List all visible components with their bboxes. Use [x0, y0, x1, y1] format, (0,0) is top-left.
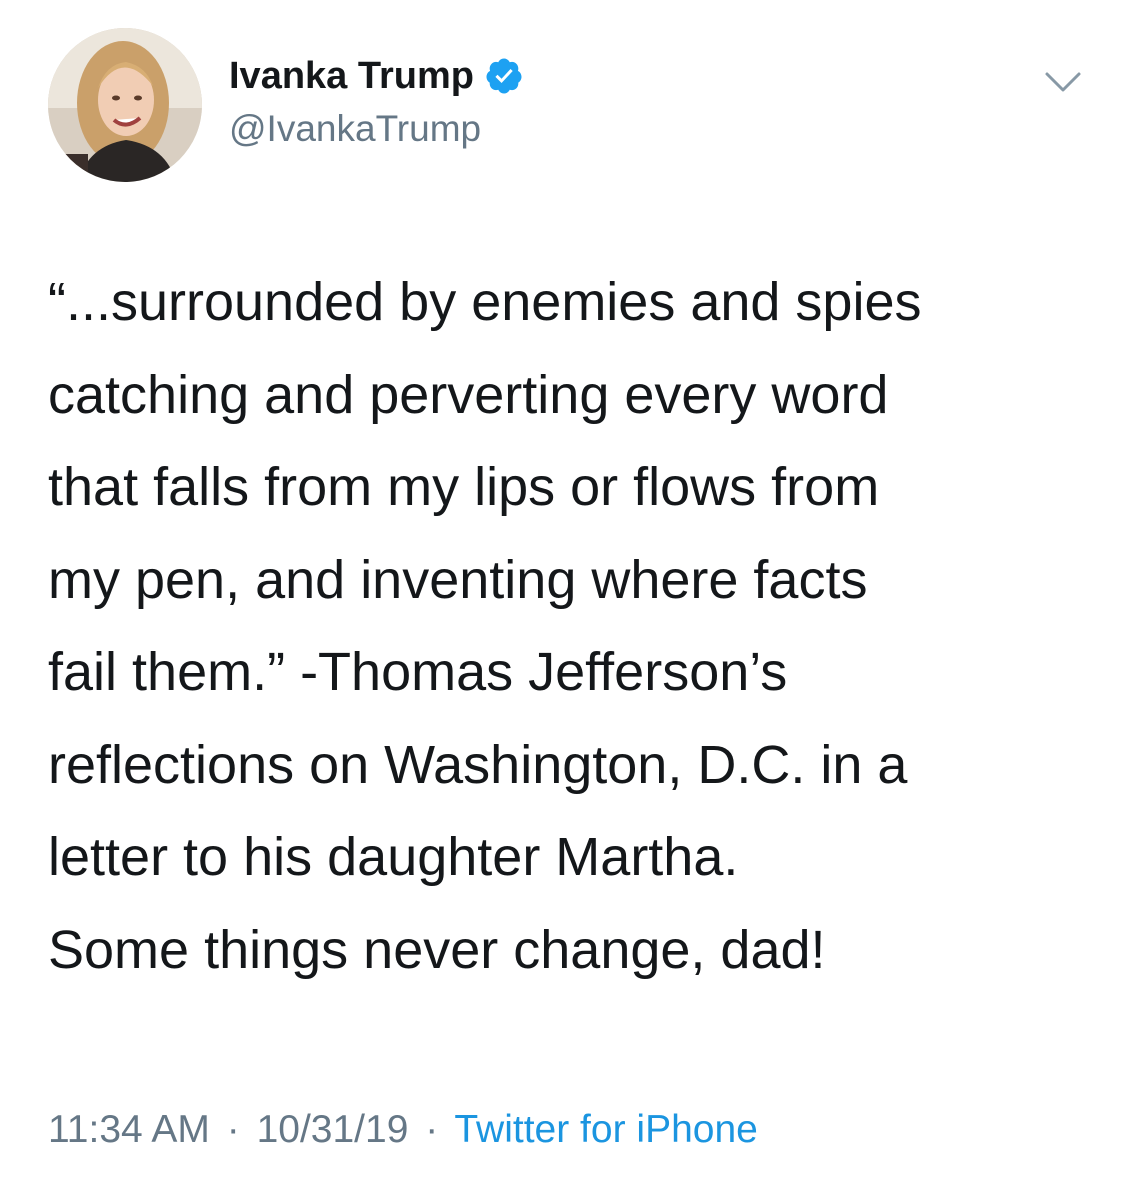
chevron-down-icon[interactable]: [1043, 68, 1083, 96]
verified-badge-icon: [484, 56, 524, 96]
tweet-date[interactable]: 10/31/19: [257, 1108, 409, 1151]
author-handle[interactable]: @IvankaTrump: [229, 108, 481, 150]
author-display-name[interactable]: Ivanka Trump: [229, 55, 474, 98]
tweet-time[interactable]: 11:34 AM: [48, 1108, 210, 1151]
meta-separator: ·: [226, 1108, 240, 1151]
tweet-source-link[interactable]: Twitter for iPhone: [454, 1108, 757, 1151]
meta-separator: ·: [425, 1108, 439, 1151]
tweet-text: “...surrounded by enemies and spies catc…: [48, 272, 922, 980]
tweet-card: Ivanka Trump @IvankaTrump “...surrounded…: [0, 0, 1125, 1199]
author-name-row: Ivanka Trump: [229, 52, 524, 100]
avatar[interactable]: [48, 28, 202, 182]
tweet-meta: 11:34 AM · 10/31/19 · Twitter for iPhone: [48, 1108, 758, 1152]
avatar-image: [48, 28, 202, 182]
